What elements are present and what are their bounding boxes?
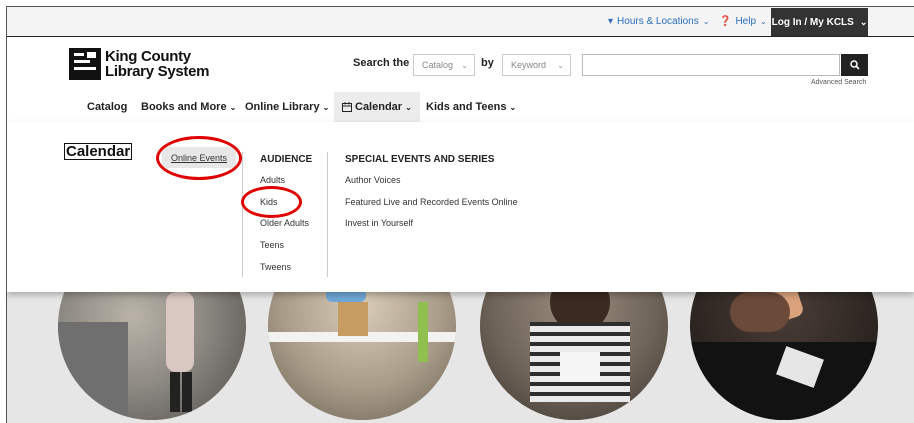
- nav-item-books-and-more[interactable]: Books and More ⌄: [141, 92, 236, 122]
- chevron-down-icon: ⌄: [760, 17, 767, 26]
- logo-line-1: King County: [105, 48, 191, 65]
- nav-item-kids-and-teens[interactable]: Kids and Teens ⌄: [426, 92, 516, 122]
- question-circle-icon: ❓: [719, 16, 732, 27]
- main-nav: Catalog Books and More ⌄ Online Library …: [7, 92, 914, 122]
- nav-item-calendar[interactable]: Calendar ⌄: [334, 92, 420, 122]
- mega-menu-title: Calendar: [64, 143, 133, 160]
- column-divider: [242, 152, 243, 277]
- chevron-down-icon: ⌄: [702, 17, 710, 26]
- browser-viewport: ▾ Hours & Locations ⌄ ❓ Help ⌄ Log In / …: [6, 6, 914, 423]
- nav-item-online-library[interactable]: Online Library ⌄: [245, 92, 329, 122]
- special-item-featured-live[interactable]: Featured Live and Recorded Events Online: [345, 197, 518, 207]
- help-link[interactable]: ❓ Help ⌄: [719, 16, 767, 27]
- help-label: Help: [735, 16, 757, 27]
- chevron-down-icon: ⌄: [859, 16, 868, 27]
- search-icon: [849, 60, 860, 70]
- search-the-label: Search the: [353, 57, 410, 69]
- nav-item-label: Calendar: [355, 101, 403, 113]
- hours-locations-link[interactable]: ▾ Hours & Locations ⌄: [608, 16, 709, 27]
- hero-photo-strip: [7, 232, 914, 423]
- search-field-value: Keyword: [511, 60, 547, 70]
- chevron-down-icon: ⌄: [557, 60, 564, 70]
- highlight-ring-kids: [241, 186, 302, 218]
- calendar-mega-menu: Calendar Online Events AUDIENCE Adults K…: [7, 122, 914, 292]
- chevron-down-icon: ⌄: [322, 102, 330, 112]
- nav-item-label: Catalog: [87, 101, 128, 113]
- column-divider: [327, 152, 328, 277]
- search-input[interactable]: [582, 54, 840, 76]
- login-button[interactable]: Log In / My KCLS ⌄: [771, 8, 868, 36]
- logo-mark-icon: [69, 48, 101, 80]
- special-item-author-voices[interactable]: Author Voices: [345, 175, 401, 185]
- audience-item-teens[interactable]: Teens: [260, 240, 284, 250]
- logo-line-2: Library System: [105, 63, 210, 80]
- hours-locations-label: Hours & Locations: [617, 16, 699, 27]
- nav-item-label: Books and More: [141, 101, 227, 113]
- nav-item-label: Kids and Teens: [426, 101, 507, 113]
- nav-item-label: Online Library: [245, 101, 320, 113]
- by-label: by: [481, 57, 494, 69]
- audience-item-adults[interactable]: Adults: [260, 175, 285, 185]
- chevron-down-icon: ⌄: [405, 102, 412, 112]
- kcls-logo[interactable]: King County Library System: [69, 48, 209, 80]
- calendar-icon: [342, 102, 352, 112]
- login-label: Log In / My KCLS: [771, 16, 854, 28]
- audience-item-tweens[interactable]: Tweens: [260, 262, 291, 272]
- search-scope-select[interactable]: Catalog ⌄: [413, 54, 475, 76]
- utility-bar: ▾ Hours & Locations ⌄ ❓ Help ⌄ Log In / …: [7, 7, 914, 37]
- nav-item-catalog[interactable]: Catalog: [87, 92, 127, 122]
- special-events-heading: SPECIAL EVENTS AND SERIES: [345, 154, 495, 165]
- audience-heading: AUDIENCE: [260, 154, 313, 165]
- highlight-ring-online-events: [156, 136, 242, 180]
- chevron-down-icon: ⌄: [229, 102, 237, 112]
- special-item-invest-in-yourself[interactable]: Invest in Yourself: [345, 218, 413, 228]
- chevron-down-icon: ⌄: [461, 60, 468, 70]
- search-scope-value: Catalog: [422, 60, 454, 70]
- search-button[interactable]: [841, 54, 868, 76]
- advanced-search-link[interactable]: Advanced Search: [811, 79, 866, 86]
- chevron-down-icon: ⌄: [509, 102, 517, 112]
- audience-item-older-adults[interactable]: Older Adults: [260, 218, 309, 228]
- search-field-select[interactable]: Keyword ⌄: [502, 54, 571, 76]
- map-pin-icon: ▾: [608, 16, 614, 27]
